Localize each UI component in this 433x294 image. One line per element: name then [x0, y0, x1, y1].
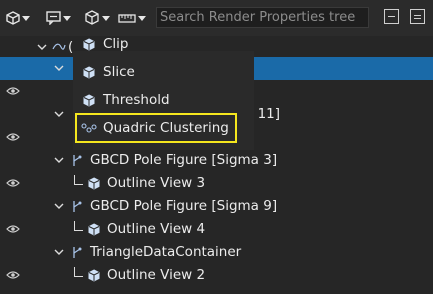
tree-connector: [74, 221, 83, 231]
collapse-all-button[interactable]: [384, 9, 399, 24]
tree-connector: [74, 267, 83, 277]
cube-icon: [83, 66, 95, 79]
cube-icon: [88, 269, 100, 282]
minus-icon: [388, 16, 395, 17]
filter-icon: [73, 247, 82, 258]
tree-row-label: Outline View 3: [107, 175, 206, 191]
add-measurement-button[interactable]: [118, 8, 146, 28]
menu-item-label: Clip: [103, 36, 129, 52]
search-input[interactable]: [156, 7, 369, 28]
cube-icon: [88, 177, 100, 190]
menu-item-slice[interactable]: Slice: [73, 58, 254, 87]
list-icon: [414, 15, 421, 19]
toolbar: [0, 0, 433, 36]
menu-item-label: Slice: [103, 64, 135, 80]
chevron-down-icon: [22, 15, 30, 21]
eye-icon[interactable]: [6, 132, 20, 142]
tree-row-label: GBCD Pole Figure [Sigma 3]: [90, 152, 278, 168]
tree-row[interactable]: Outline View 2: [0, 264, 433, 287]
cubes-icon: [85, 10, 99, 25]
eye-icon[interactable]: [6, 178, 20, 188]
highlight-box: [75, 113, 237, 143]
eye-icon[interactable]: [6, 270, 20, 280]
cube-icon: [83, 38, 95, 51]
filter-icon: [52, 43, 66, 50]
eye-icon[interactable]: [6, 224, 20, 234]
cube-icon: [88, 223, 100, 236]
tree-row-label: TriangleDataContainer: [90, 244, 242, 260]
ruler-icon: [118, 14, 136, 23]
filter-icon: [73, 201, 82, 212]
chevron-down-icon: [138, 15, 146, 21]
tree-row-label: GBCD Pole Figure [Sigma 9]: [90, 198, 278, 214]
tree-connector: [74, 175, 83, 185]
menu-item-clip[interactable]: Clip: [73, 33, 193, 56]
eye-icon[interactable]: [6, 86, 20, 96]
chevron-down-icon: [102, 15, 110, 21]
chevron-down-icon[interactable]: [54, 63, 64, 73]
tree-row[interactable]: Outline View 3: [0, 172, 433, 195]
add-geometry-button[interactable]: [84, 8, 110, 28]
cube-icon: [83, 94, 95, 107]
tree-row-label: Outline View 4: [107, 221, 206, 237]
menu-item-label: Threshold: [103, 92, 170, 108]
add-filter-button[interactable]: [6, 8, 30, 28]
chevron-down-icon[interactable]: [37, 42, 47, 52]
comment-icon: [46, 11, 61, 25]
chevron-down-icon[interactable]: [54, 247, 64, 257]
tree-row[interactable]: TriangleDataContainer: [0, 241, 433, 264]
chevron-down-icon[interactable]: [54, 201, 64, 211]
menu-item-threshold[interactable]: Threshold: [73, 86, 254, 115]
tree-row-label: Outline View 2: [107, 267, 206, 283]
tree-row[interactable]: Outline View 4: [0, 218, 433, 241]
cube-icon: [6, 11, 20, 25]
tree-row[interactable]: GBCD Pole Figure [Sigma 9]: [0, 195, 433, 218]
chevron-down-icon: [63, 15, 71, 21]
filter-icon: [73, 155, 82, 166]
tree-row[interactable]: GBCD Pole Figure [Sigma 3]: [0, 149, 433, 172]
chevron-down-icon[interactable]: [54, 155, 64, 165]
expand-all-button[interactable]: [410, 9, 425, 24]
chevron-down-icon[interactable]: [54, 109, 64, 119]
add-annotation-button[interactable]: [46, 8, 71, 28]
